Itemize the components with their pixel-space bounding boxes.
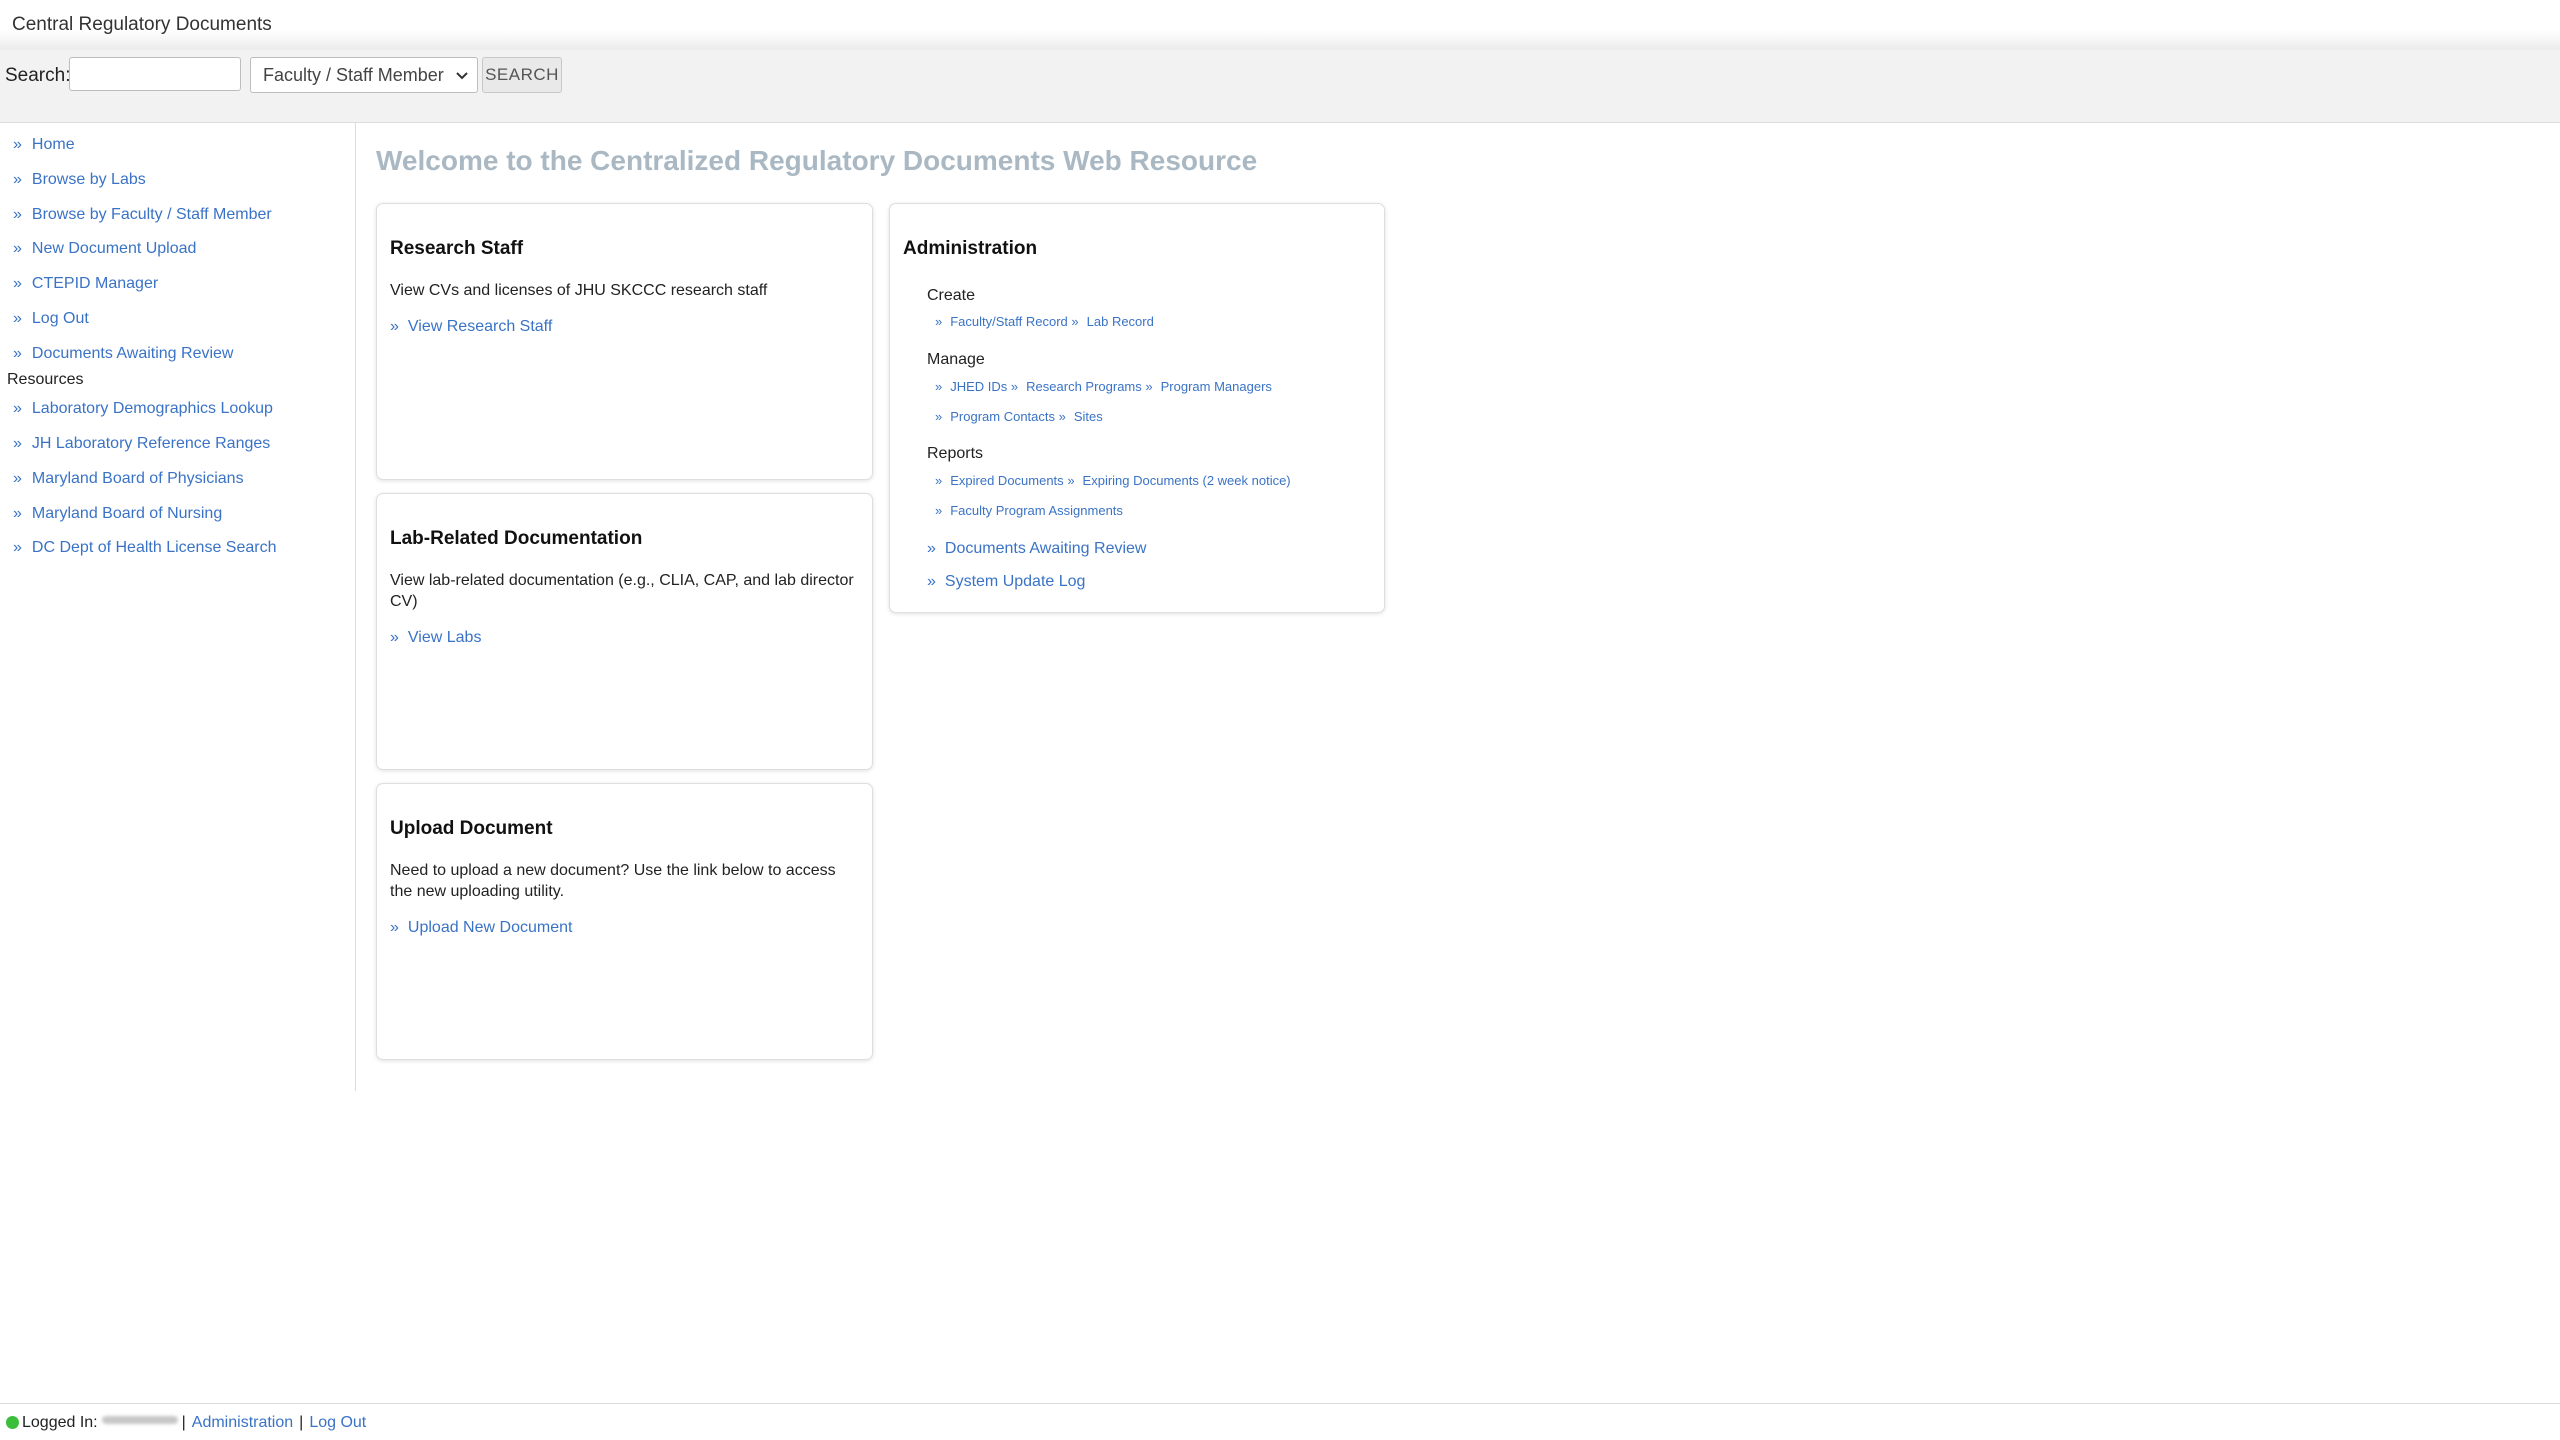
research-staff-panel: Research Staff View CVs and licenses of … [376, 203, 873, 480]
report-faculty-program-assignments-link[interactable]: » Faculty Program Assignments [935, 503, 1123, 518]
reports-links-row-2: » Faculty Program Assignments [935, 503, 1123, 518]
search-input[interactable] [69, 57, 241, 91]
report-expiring-documents-link[interactable]: » Expiring Documents (2 week notice) [1067, 473, 1290, 488]
resource-md-board-nursing[interactable]: » Maryland Board of Nursing [13, 504, 222, 524]
resource-md-board-physicians[interactable]: » Maryland Board of Physicians [13, 469, 244, 489]
manage-program-contacts-link[interactable]: » Program Contacts [935, 409, 1055, 424]
resource-lab-demographics[interactable]: » Laboratory Demographics Lookup [13, 399, 273, 419]
username-redacted [101, 1416, 178, 1424]
panel-title: Administration [903, 238, 1038, 259]
manage-sites-link[interactable]: » Sites [1059, 409, 1103, 424]
sidebar-item-documents-awaiting-review[interactable]: » Documents Awaiting Review [13, 344, 233, 364]
resources-heading: Resources [7, 371, 84, 388]
sidebar-item-ctepid-manager[interactable]: » CTEPID Manager [13, 274, 158, 294]
panel-title: Lab-Related Documentation [390, 528, 643, 549]
resource-dc-health-license-search[interactable]: » DC Dept of Health License Search [13, 538, 276, 558]
manage-heading: Manage [927, 351, 985, 368]
upload-new-document-link[interactable]: » Upload New Document [390, 919, 572, 937]
app-title: Central Regulatory Documents [12, 14, 272, 35]
footer-separator: | [299, 1414, 304, 1431]
panel-description: View lab-related documentation (e.g., CL… [390, 572, 854, 610]
sidebar-item-browse-labs[interactable]: » Browse by Labs [13, 170, 146, 190]
search-type-select[interactable]: Faculty / Staff Member [250, 57, 478, 93]
sidebar-item-home[interactable]: » Home [13, 135, 75, 155]
login-status: Logged In: | Administration | Log Out [6, 1413, 372, 1433]
logged-in-label: Logged In: [22, 1414, 98, 1431]
page-title: Welcome to the Centralized Regulatory Do… [376, 145, 1258, 176]
view-labs-link[interactable]: » View Labs [390, 629, 481, 647]
online-status-icon [6, 1416, 19, 1429]
footer-separator: | [181, 1414, 186, 1431]
report-expired-documents-link[interactable]: » Expired Documents [935, 473, 1064, 488]
admin-documents-awaiting-review-link[interactable]: » Documents Awaiting Review [927, 540, 1146, 558]
create-links: » Faculty/Staff Record » Lab Record [935, 314, 1154, 329]
view-research-staff-link[interactable]: » View Research Staff [390, 318, 552, 336]
create-faculty-staff-record-link[interactable]: » Faculty/Staff Record [935, 314, 1068, 329]
panel-title: Upload Document [390, 818, 553, 839]
chevron-down-icon [455, 66, 469, 88]
sidebar-item-new-document-upload[interactable]: » New Document Upload [13, 239, 196, 259]
panel-title: Research Staff [390, 238, 524, 259]
administration-panel: Administration Create » Faculty/Staff Rec… [889, 203, 1385, 613]
footer-log-out-link[interactable]: Log Out [309, 1414, 366, 1431]
search-button[interactable]: SEARCH [482, 57, 562, 93]
manage-research-programs-link[interactable]: » Research Programs [1011, 379, 1142, 394]
lab-docs-panel: Lab-Related Documentation View lab-relat… [376, 493, 873, 770]
search-type-select-value: Faculty / Staff Member [263, 65, 444, 85]
search-bar: Search: Faculty / Staff Member SEARCH [0, 50, 2560, 123]
manage-links-row-1: » JHED IDs » Research Programs » Program Ma… [935, 379, 1272, 394]
sidebar-item-log-out[interactable]: » Log Out [13, 309, 89, 329]
panel-description: View CVs and licenses of JHU SKCCC resea… [390, 282, 768, 299]
reports-heading: Reports [927, 445, 984, 462]
sidebar: » Home » Browse by Labs » Browse by Faculty… [0, 123, 356, 1091]
upload-document-panel: Upload Document Need to upload a new doc… [376, 783, 873, 1060]
panel-description: Need to upload a new document? Use the l… [390, 862, 836, 900]
resource-jh-lab-reference-ranges[interactable]: » JH Laboratory Reference Ranges [13, 434, 270, 454]
app-header: Central Regulatory Documents [0, 0, 2560, 50]
manage-links-row-2: » Program Contacts » Sites [935, 409, 1103, 424]
manage-jhed-ids-link[interactable]: » JHED IDs [935, 379, 1007, 394]
search-label: Search: [5, 65, 71, 86]
create-heading: Create [927, 287, 976, 304]
create-lab-record-link[interactable]: » Lab Record [1071, 314, 1153, 329]
admin-system-update-log-link[interactable]: » System Update Log [927, 573, 1085, 591]
footer-administration-link[interactable]: Administration [192, 1414, 293, 1431]
status-footer: Logged In: | Administration | Log Out [0, 1403, 2560, 1440]
manage-program-managers-link[interactable]: » Program Managers [1145, 379, 1272, 394]
reports-links-row-1: » Expired Documents » Expiring Documents (… [935, 473, 1291, 488]
sidebar-item-browse-faculty[interactable]: » Browse by Faculty / Staff Member [13, 205, 272, 225]
